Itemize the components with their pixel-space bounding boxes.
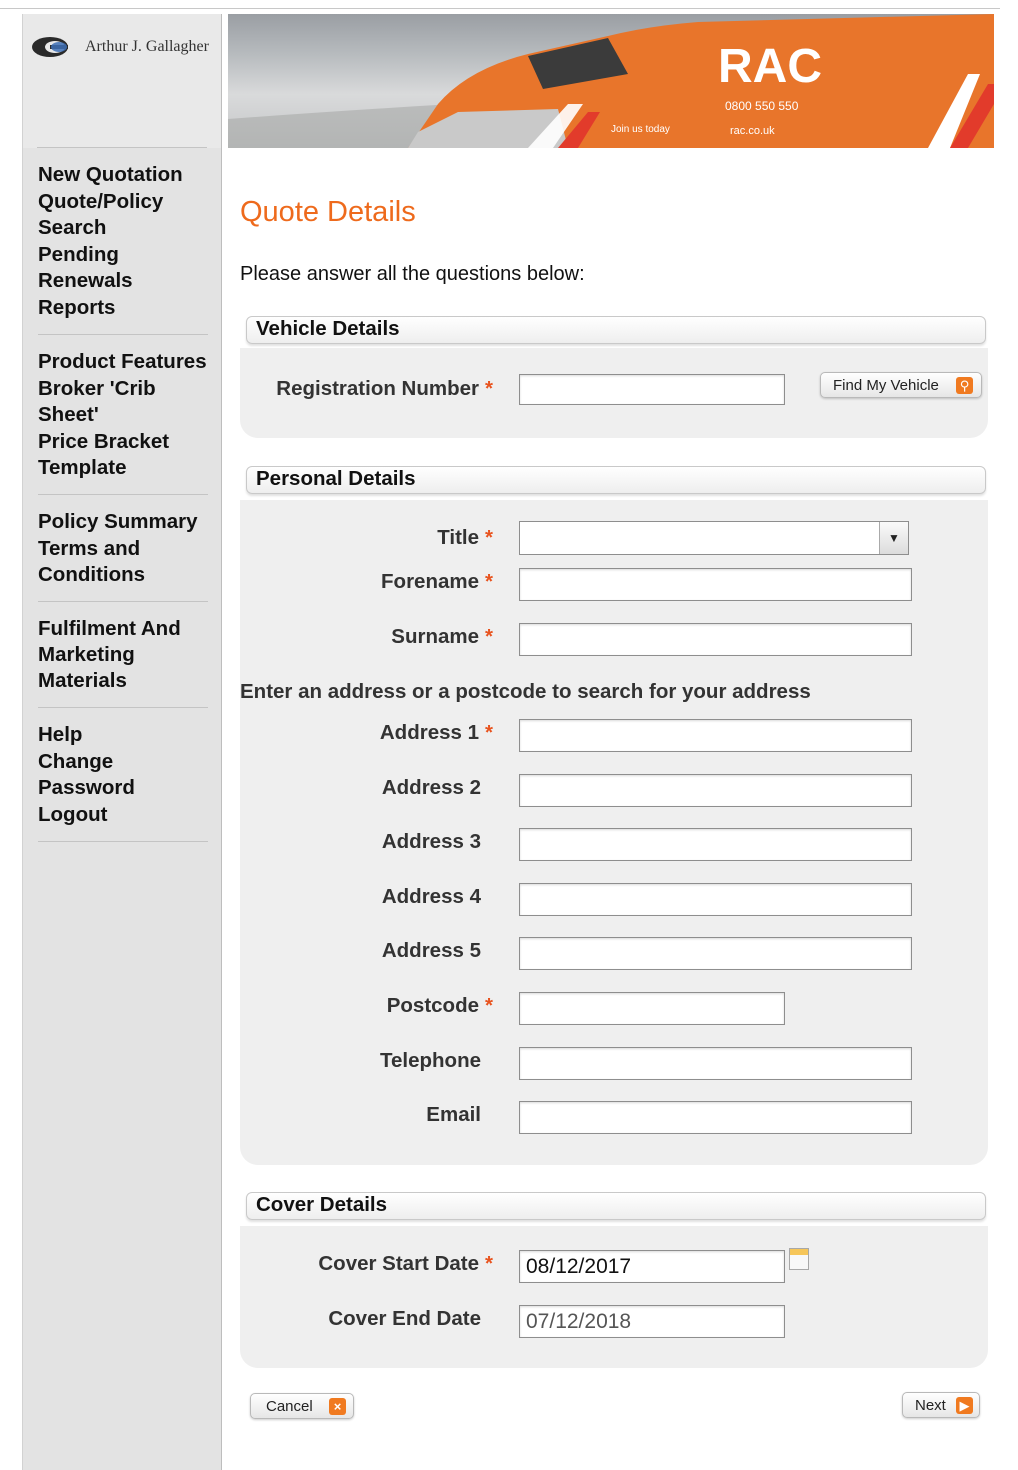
- email-label: Email: [426, 1103, 481, 1126]
- cover-start-date-input[interactable]: [519, 1250, 785, 1283]
- title-label: Title *: [437, 526, 493, 550]
- personal-details-panel: Title * ▼ Forename * Surname * Enter an add…: [240, 500, 988, 1165]
- nav-group-quotes: New Quotation Quote/Policy Search Pendin…: [38, 162, 208, 335]
- required-marker: *: [485, 526, 493, 549]
- personal-details-header: Personal Details: [246, 466, 986, 494]
- label-text: Forename: [381, 570, 480, 593]
- nav-group-account: Help Change Password Logout: [38, 722, 208, 842]
- nav-broker-crib-sheet[interactable]: Broker 'Crib Sheet': [38, 376, 208, 428]
- nav-help[interactable]: Help: [38, 722, 208, 748]
- nav-change-password[interactable]: Change Password: [38, 749, 208, 801]
- label-text: Address 1: [379, 721, 480, 744]
- nav-group-policy: Policy Summary Terms and Conditions: [38, 509, 208, 602]
- required-marker: *: [485, 1252, 493, 1275]
- postcode-label: Postcode *: [387, 994, 493, 1018]
- section-title: Personal Details: [256, 467, 416, 490]
- nav-quote-policy-search[interactable]: Quote/Policy Search: [38, 189, 208, 241]
- nav-pending-renewals[interactable]: Pending Renewals: [38, 242, 208, 294]
- nav-logout[interactable]: Logout: [38, 802, 208, 828]
- nav-new-quotation[interactable]: New Quotation: [38, 162, 208, 188]
- nav-policy-summary[interactable]: Policy Summary: [38, 509, 208, 535]
- label-text: Postcode: [386, 994, 480, 1017]
- title-select[interactable]: ▼: [519, 521, 909, 555]
- address3-input[interactable]: [519, 828, 912, 861]
- rac-banner-image: RAC 0800 550 550 Join us today rac.co.uk: [228, 14, 994, 148]
- company-logo: Arthur J. Gallagher: [23, 14, 221, 148]
- calendar-icon[interactable]: [789, 1248, 809, 1270]
- sidebar-nav: New Quotation Quote/Policy Search Pendin…: [38, 162, 208, 856]
- surname-label: Surname *: [391, 625, 493, 649]
- required-marker: *: [485, 625, 493, 648]
- label-text: Surname: [391, 625, 480, 648]
- gallagher-logo-icon: [32, 37, 68, 57]
- button-label: Cancel: [266, 1398, 313, 1415]
- nav-price-bracket-template[interactable]: Price Bracket Template: [38, 429, 208, 481]
- nav-group-product: Product Features Broker 'Crib Sheet' Pri…: [38, 349, 208, 495]
- address5-input[interactable]: [519, 937, 912, 970]
- instructions-text: Please answer all the questions below:: [240, 263, 585, 285]
- label-text: Cover Start Date: [318, 1252, 480, 1275]
- button-label: Find My Vehicle: [833, 377, 939, 394]
- nav-group-fulfilment: Fulfilment And Marketing Materials: [38, 616, 208, 708]
- address1-label: Address 1 *: [380, 721, 493, 745]
- address2-input[interactable]: [519, 774, 912, 807]
- cover-end-date-input[interactable]: [519, 1305, 785, 1338]
- required-marker: *: [485, 721, 493, 744]
- address3-label: Address 3: [381, 830, 481, 853]
- cover-details-panel: Cover Start Date* Cover End Date: [240, 1226, 988, 1368]
- cover-end-label: Cover End Date: [328, 1307, 481, 1330]
- section-title: Cover Details: [256, 1193, 388, 1216]
- label-text: Title: [437, 526, 480, 549]
- required-marker: *: [485, 377, 493, 400]
- postcode-input[interactable]: [519, 992, 785, 1025]
- required-marker: *: [485, 994, 493, 1017]
- nav-product-features[interactable]: Product Features: [38, 349, 208, 375]
- section-title: Vehicle Details: [256, 317, 400, 340]
- top-rule: [0, 8, 1000, 9]
- cover-start-label: Cover Start Date *: [318, 1252, 493, 1276]
- banner-site: rac.co.uk: [730, 125, 775, 137]
- address-hint-text: Enter an address or a postcode to search…: [240, 680, 811, 703]
- close-icon: ×: [329, 1398, 346, 1415]
- banner-brand: RAC: [718, 40, 822, 93]
- divider: [37, 147, 207, 148]
- banner-join: Join us today: [611, 124, 670, 135]
- vehicle-details-header: Vehicle Details: [246, 316, 986, 344]
- page-title: Quote Details: [240, 196, 416, 228]
- nav-reports[interactable]: Reports: [38, 295, 208, 321]
- rac-van-image: RAC 0800 550 550 Join us today rac.co.uk: [228, 14, 994, 148]
- telephone-label: Telephone: [380, 1049, 481, 1072]
- banner-phone: 0800 550 550: [725, 99, 799, 113]
- forename-input[interactable]: [519, 568, 912, 601]
- cancel-button[interactable]: Cancel ×: [250, 1393, 354, 1419]
- surname-input[interactable]: [519, 623, 912, 656]
- email-input[interactable]: [519, 1101, 912, 1134]
- address4-input[interactable]: [519, 883, 912, 916]
- required-marker: *: [485, 570, 493, 593]
- arrow-right-icon: ▶: [956, 1397, 973, 1414]
- registration-number-input[interactable]: [519, 374, 785, 405]
- button-label: Next: [915, 1397, 946, 1414]
- address4-label: Address 4: [381, 885, 481, 908]
- vehicle-details-panel: Registration Number * Find My Vehicle ⚲: [240, 348, 988, 438]
- company-name: Arthur J. Gallagher: [85, 38, 209, 55]
- search-icon: ⚲: [956, 377, 973, 394]
- address5-label: Address 5: [381, 939, 481, 962]
- label-text: Registration Number: [276, 377, 480, 400]
- next-button[interactable]: Next ▶: [902, 1392, 980, 1418]
- cover-details-header: Cover Details: [246, 1192, 986, 1220]
- address1-input[interactable]: [519, 719, 912, 752]
- forename-label: Forename *: [381, 570, 493, 594]
- find-my-vehicle-button[interactable]: Find My Vehicle ⚲: [820, 372, 982, 398]
- nav-fulfilment-marketing[interactable]: Fulfilment And Marketing Materials: [38, 616, 208, 694]
- nav-terms-and-conditions[interactable]: Terms and Conditions: [38, 536, 208, 588]
- sidebar: Arthur J. Gallagher New Quotation Quote/…: [22, 14, 222, 1470]
- address2-label: Address 2: [381, 776, 481, 799]
- telephone-input[interactable]: [519, 1047, 912, 1080]
- chevron-down-icon: ▼: [879, 522, 908, 554]
- registration-label: Registration Number *: [276, 377, 493, 401]
